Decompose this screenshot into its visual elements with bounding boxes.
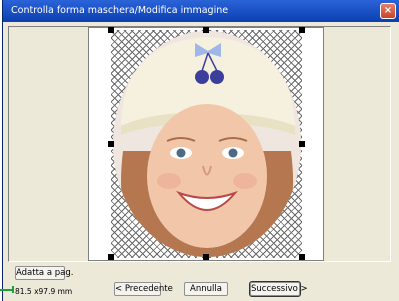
size-readout: 81.5 x97.9 mm	[15, 287, 73, 296]
title-bar[interactable]: Controlla forma maschera/Modifica immagi…	[3, 0, 399, 22]
resize-handle-bottom-right[interactable]	[299, 254, 305, 260]
resize-handle-top-right[interactable]	[299, 27, 305, 33]
next-button[interactable]: Successivo >	[249, 281, 308, 297]
resize-handle-right[interactable]	[299, 141, 305, 147]
resize-handle-left[interactable]	[108, 141, 114, 147]
resize-handle-bottom[interactable]	[203, 254, 209, 260]
resize-handle-bottom-left[interactable]	[108, 254, 114, 260]
cancel-button[interactable]: Annulla	[184, 282, 228, 296]
close-icon[interactable]: ×	[380, 3, 396, 19]
resize-handle-top-left[interactable]	[108, 27, 114, 33]
masked-photo	[113, 31, 301, 257]
fit-page-button[interactable]: Adatta a pag.	[15, 266, 73, 280]
size-indicator-tick	[12, 286, 14, 293]
window-title: Controlla forma maschera/Modifica immagi…	[11, 5, 229, 16]
portrait-image	[113, 31, 301, 257]
previous-button[interactable]: < Precedente	[114, 282, 173, 296]
resize-handle-top[interactable]	[203, 27, 209, 33]
